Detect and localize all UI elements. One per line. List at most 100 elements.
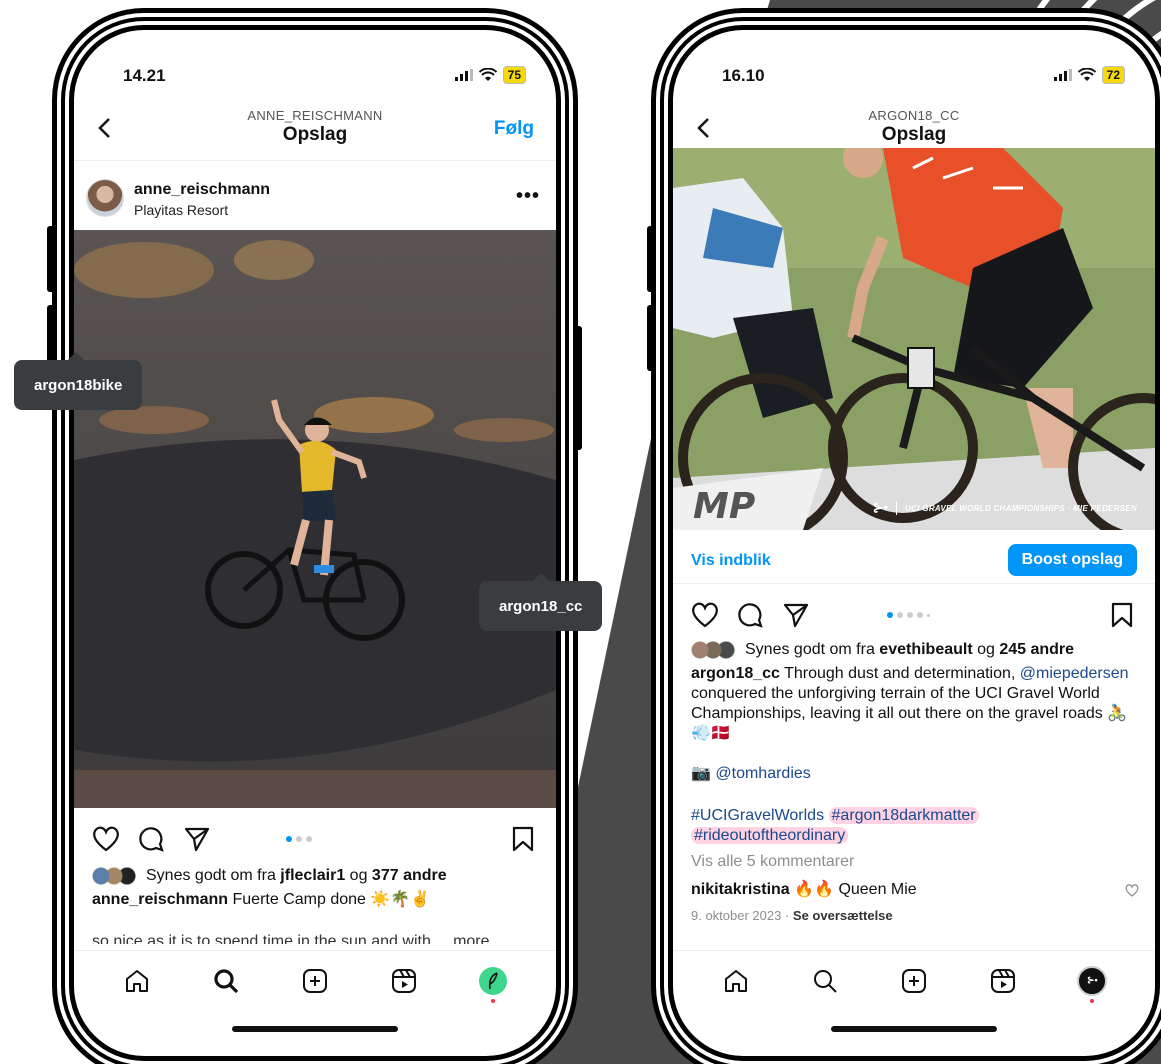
meta-separator: · (781, 908, 793, 923)
status-time: 16.10 (722, 66, 765, 85)
battery-indicator: 72 (1101, 66, 1125, 84)
post-actions (74, 820, 556, 860)
tag-tooltip-left[interactable]: argon18bike (14, 352, 143, 410)
tab-reels[interactable] (983, 961, 1023, 1001)
reels-icon (991, 968, 1016, 993)
hashtag[interactable]: #argon18darkmatter (828, 807, 979, 824)
plus-square-icon (901, 968, 926, 993)
caption-more[interactable]: so nice as it is to spend time in the su… (92, 932, 540, 944)
phone-right: 16.10 72 ARGON18_CC Opslag MP ⊱• UCI GRA… (651, 8, 1161, 1064)
caption-text: Through dust and determination, (779, 665, 1020, 682)
tag-tooltip-right[interactable]: argon18_cc (479, 573, 603, 631)
tag-tooltip-label: argon18bike (34, 376, 123, 394)
likes-line[interactable]: Synes godt om fra evethibeault og 245 an… (691, 640, 1139, 660)
profile-avatar: ⊱• (1077, 965, 1108, 996)
page-title: Opslag (282, 124, 348, 145)
tab-create[interactable] (894, 961, 934, 1001)
tab-search[interactable] (206, 961, 246, 1001)
nav-username: ANNE_REISCHMANN (247, 108, 383, 123)
post-nav: ANNE_REISCHMANN Opslag Følg (74, 104, 556, 154)
heart-icon[interactable] (691, 602, 719, 628)
bottom-tab-bar: ⊱• (673, 950, 1155, 1010)
cyclist-photo (74, 230, 556, 808)
caption: argon18_cc Through dust and determinatio… (691, 664, 1139, 744)
likes-prefix: Synes godt om fra (146, 867, 281, 884)
tab-reels[interactable] (384, 961, 424, 1001)
bookmark-icon[interactable] (1111, 602, 1133, 628)
reels-icon (392, 968, 417, 993)
share-icon[interactable] (783, 602, 809, 628)
status-icons: 72 (1053, 66, 1125, 84)
tab-profile[interactable]: ⊱• (1072, 961, 1112, 1003)
photo-credit-line: 📷 @tomhardies (691, 764, 1139, 784)
share-icon[interactable] (184, 826, 210, 852)
caption-username[interactable]: anne_reischmann (92, 891, 228, 908)
stage: 14.21 75 ANNE_REISCHMANN Opslag Følg ann… (0, 0, 1161, 1064)
comment: nikitakristina 🔥🔥 Queen Mie (691, 880, 1139, 900)
tab-profile[interactable] (473, 961, 513, 1003)
likes-line[interactable]: Synes godt om fra jfleclair1 og 377 andr… (92, 866, 540, 886)
comment-icon[interactable] (737, 602, 763, 628)
post-username[interactable]: anne_reischmann (134, 181, 270, 199)
tab-home[interactable] (117, 961, 157, 1001)
phone-right-screen: 16.10 72 ARGON18_CC Opslag MP ⊱• UCI GRA… (673, 30, 1155, 1056)
likes-others[interactable]: 377 andre (372, 867, 447, 884)
page-title: Opslag (881, 124, 947, 145)
carousel-dots (286, 836, 312, 842)
tab-home[interactable] (716, 961, 756, 1001)
photo-credit[interactable]: @tomhardies (715, 765, 810, 782)
hashtag[interactable]: #UCIGravelWorlds (691, 807, 824, 824)
notification-dot (491, 998, 496, 1003)
tab-create[interactable] (295, 961, 335, 1001)
view-comments[interactable]: Vis alle 5 kommentarer (691, 852, 1139, 872)
caption: anne_reischmann Fuerte Camp done ☀️🌴✌️ (92, 890, 540, 910)
boost-button[interactable]: Boost opslag (1007, 544, 1137, 576)
avatar[interactable] (86, 179, 124, 217)
tag-tooltip-label: argon18_cc (499, 597, 583, 615)
gravel-race-photo: MP (673, 148, 1155, 530)
home-indicator[interactable] (232, 1026, 398, 1032)
bookmark-icon[interactable] (512, 826, 534, 852)
carousel-dots (887, 612, 930, 618)
liker-avatars (691, 640, 745, 659)
post-nav: ARGON18_CC Opslag (673, 104, 1155, 154)
feather-icon (489, 971, 499, 989)
photo-caption-divider (896, 501, 898, 515)
argon-logo-icon: ⊱• (872, 500, 889, 515)
heart-icon[interactable] (92, 826, 120, 852)
post-photo[interactable]: MP ⊱• UCI GRAVEL WORLD CHAMPIONSHIPS · M… (673, 148, 1155, 530)
caption-text-continued: conquered the unforgiving terrain of the… (691, 685, 1128, 742)
phone-left-screen: 14.21 75 ANNE_REISCHMANN Opslag Følg ann… (74, 30, 556, 1056)
likes-user[interactable]: evethibeault (879, 641, 972, 658)
status-time: 14.21 (123, 66, 166, 85)
likes-and: og (972, 641, 1000, 658)
likes-user[interactable]: jfleclair1 (280, 867, 345, 884)
search-icon (813, 969, 837, 993)
liker-avatars (92, 866, 146, 885)
post-location[interactable]: Playitas Resort (134, 202, 228, 218)
caption-username[interactable]: argon18_cc (691, 665, 780, 682)
search-icon (214, 968, 238, 993)
hashtag[interactable]: #rideoutoftheordinary (691, 827, 849, 844)
comment-username[interactable]: nikitakristina (691, 881, 790, 898)
caption-mention[interactable]: @miepedersen (1020, 665, 1129, 682)
post-header: anne_reischmann Playitas Resort ••• (74, 160, 556, 220)
status-bar: 16.10 72 (673, 30, 1155, 110)
translate-link[interactable]: Se oversættelse (793, 908, 893, 923)
comment-meta: 9. oktober 2023 · Se oversættelse (691, 906, 1139, 926)
tab-search[interactable] (805, 961, 845, 1001)
post-actions (673, 596, 1155, 636)
notification-dot (1090, 998, 1095, 1003)
home-indicator[interactable] (831, 1026, 997, 1032)
home-icon (125, 969, 148, 992)
comment-icon[interactable] (138, 826, 164, 852)
status-icons: 75 (454, 66, 526, 84)
post-photo[interactable] (74, 230, 556, 808)
likes-others[interactable]: 245 andre (999, 641, 1074, 658)
insights-link[interactable]: Vis indblik (691, 552, 771, 570)
follow-button[interactable]: Følg (494, 118, 534, 140)
likes-prefix: Synes godt om fra (745, 641, 880, 658)
comment-date: 9. oktober 2023 (691, 908, 782, 923)
more-options-icon[interactable]: ••• (516, 185, 540, 208)
comment-heart-icon[interactable] (1125, 884, 1139, 897)
